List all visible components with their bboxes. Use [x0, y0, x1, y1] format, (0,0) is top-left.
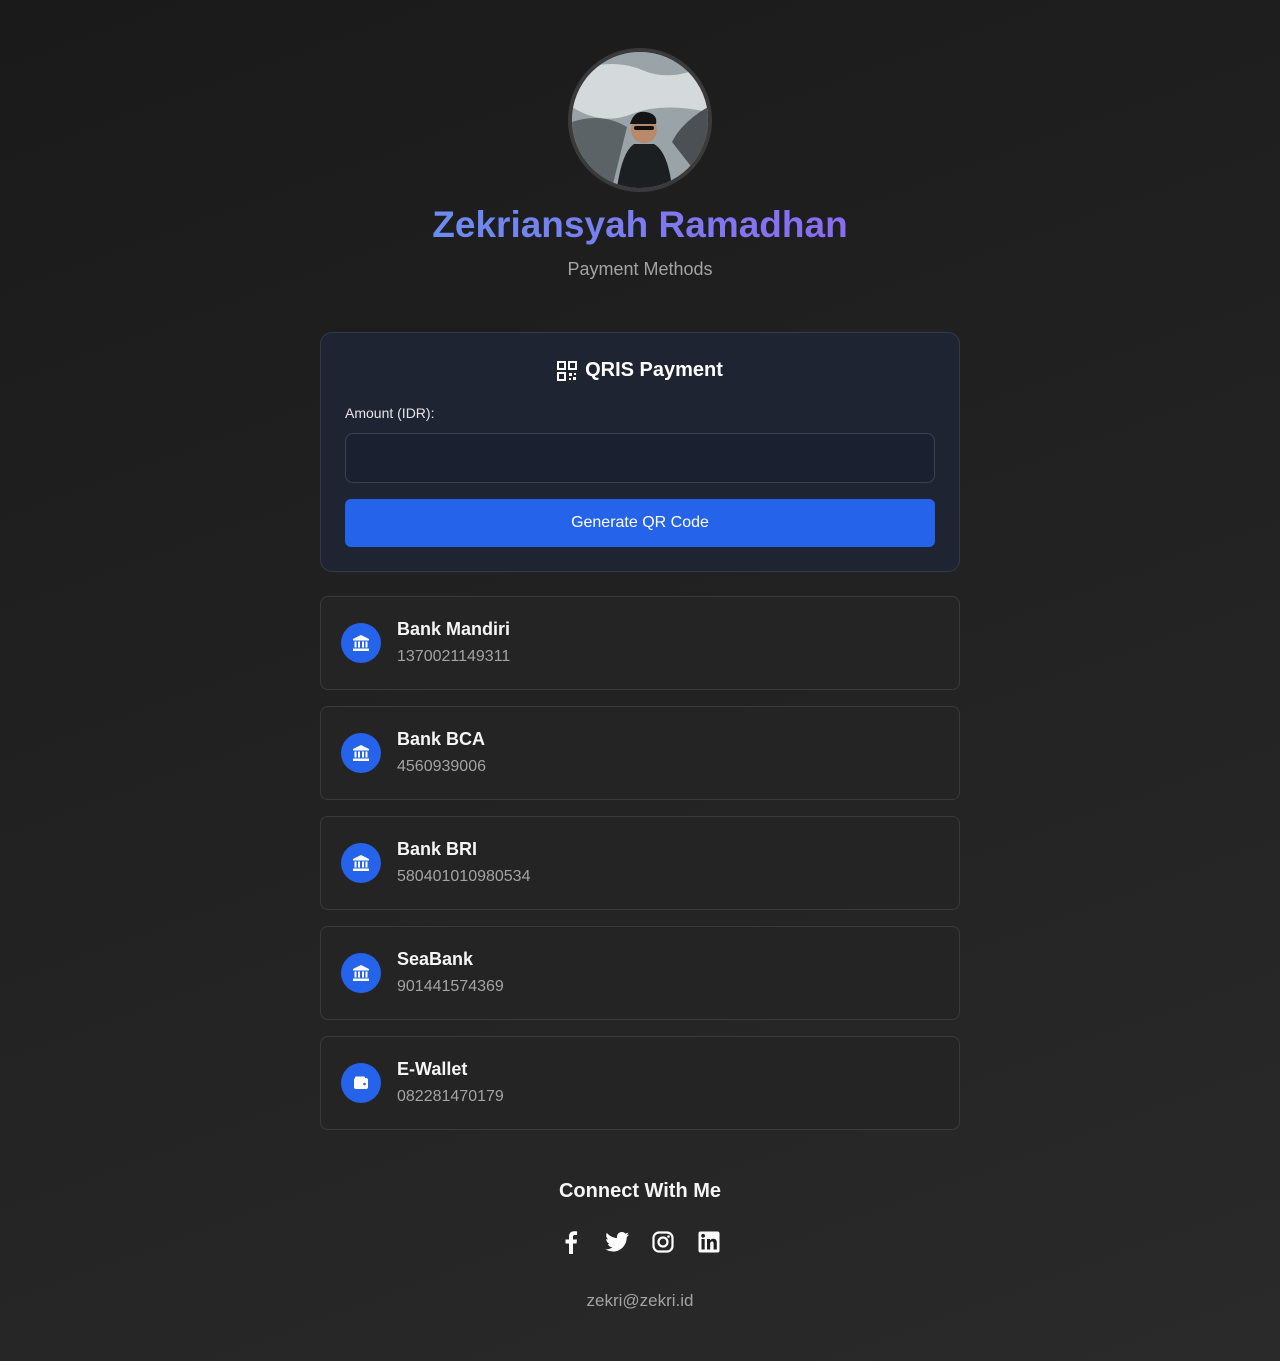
- generate-qr-button[interactable]: Generate QR Code: [345, 499, 935, 547]
- twitter-icon[interactable]: [604, 1229, 630, 1255]
- bank-name: SeaBank: [397, 949, 474, 969]
- profile-name-text: Zekriansyah Ramadhan: [432, 204, 848, 245]
- amount-input[interactable]: [345, 433, 935, 483]
- wallet-number[interactable]: 082281470179: [397, 1088, 504, 1106]
- ewallet-card[interactable]: E-Wallet 082281470179: [320, 1036, 960, 1130]
- account-number[interactable]: 1370021149311: [397, 648, 510, 666]
- avatar: [568, 48, 712, 192]
- bank-card-bri[interactable]: Bank BRI 580401010980534: [320, 816, 960, 910]
- bank-icon: [341, 843, 381, 883]
- account-number[interactable]: 4560939006: [397, 758, 486, 776]
- connect-title: Connect With Me: [558, 1180, 722, 1202]
- social-links: [0, 1229, 1280, 1255]
- profile-name: Zekriansyah Ramadhan: [0, 204, 1280, 246]
- bank-name: Bank BCA: [397, 729, 486, 749]
- bank-icon: [341, 733, 381, 773]
- contact-email[interactable]: zekri@zekri.id: [0, 1291, 1280, 1311]
- amount-label: Amount (IDR):: [345, 405, 435, 421]
- bank-card-seabank[interactable]: SeaBank 901441574369: [320, 926, 960, 1020]
- instagram-icon[interactable]: [650, 1229, 676, 1255]
- linkedin-icon[interactable]: [696, 1229, 722, 1255]
- bank-card-bca[interactable]: Bank BCA 4560939006: [320, 706, 960, 800]
- bank-icon: [341, 623, 381, 663]
- page-subtitle: Payment Methods: [567, 259, 713, 279]
- qris-card: QRIS Payment Amount (IDR): Generate QR C…: [320, 332, 960, 572]
- account-number[interactable]: 901441574369: [397, 978, 504, 996]
- qrcode-icon: [557, 360, 578, 381]
- bank-name: Bank BRI: [397, 839, 478, 859]
- bank-name: Bank Mandiri: [397, 619, 511, 639]
- wallet-name: E-Wallet: [397, 1059, 468, 1079]
- qris-title: QRIS Payment: [321, 359, 959, 382]
- bank-card-mandiri[interactable]: Bank Mandiri 1370021149311: [320, 596, 960, 690]
- facebook-icon[interactable]: [558, 1229, 584, 1255]
- account-number[interactable]: 580401010980534: [397, 868, 530, 886]
- wallet-icon: [341, 1063, 381, 1103]
- qris-title-text: QRIS Payment: [585, 359, 723, 381]
- bank-icon: [341, 953, 381, 993]
